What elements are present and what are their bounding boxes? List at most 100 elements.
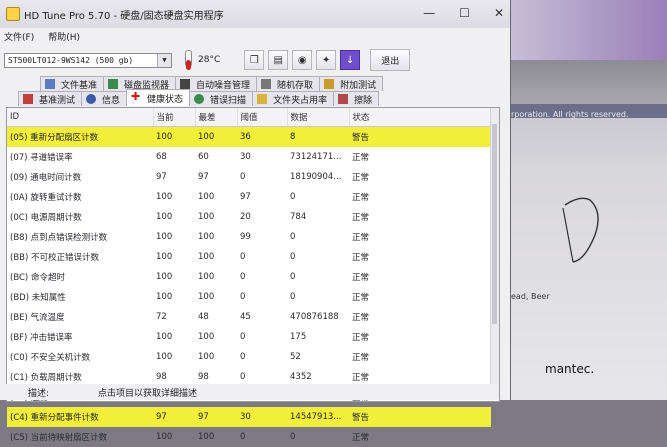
app-icon [6, 7, 20, 21]
tab-health[interactable]: ✚ 健康状态 [126, 89, 191, 106]
table-row[interactable]: (0A) 旋转重试计数 100 100 97 0 正常 [7, 187, 491, 207]
thermometer-icon [182, 48, 194, 72]
col-id[interactable]: ID [7, 108, 154, 127]
table-cell-data: 14547913... [287, 407, 349, 427]
col-current[interactable]: 当前 [153, 108, 196, 127]
maximize-icon[interactable]: ☐ [459, 6, 470, 20]
hdtune-window: HD Tune Pro 5.70 - 硬盘/固态硬盘实用程序 — ☐ ✕ 文件(… [0, 0, 511, 443]
menu-file[interactable]: 文件(F) [4, 30, 34, 43]
table-cell-cur: 72 [156, 312, 167, 322]
table-cell-data: 18190904... [290, 172, 342, 182]
table-row[interactable]: (0C) 电源周期计数 100 100 20 784 正常 [7, 207, 491, 227]
table-cell-cur: 97 [156, 172, 167, 182]
col-data[interactable]: 数据 [287, 108, 350, 127]
tab-random-access[interactable]: 随机存取 [256, 76, 321, 91]
tab-erase[interactable]: 擦除 [333, 91, 380, 106]
copy-icon[interactable]: ❐ [244, 50, 265, 70]
scrollbar-thumb[interactable] [492, 124, 497, 324]
table-cell-worst: 100 [198, 232, 215, 242]
drive-select-value: ST500LT012-9WS142 (500 gb) [8, 55, 134, 65]
col-worst[interactable]: 最差 [195, 108, 238, 127]
table-cell-status: 正常 [352, 213, 370, 223]
table-cell-worst: 100 [198, 252, 215, 262]
table-cell-worst: 97 [198, 172, 209, 182]
table-cell-thr: 45 [240, 312, 251, 322]
exit-button[interactable]: 退出 [370, 49, 411, 71]
table-cell-worst: 60 [198, 152, 209, 162]
table-row[interactable]: (BB) 不可校正错误计数 100 100 0 0 正常 [7, 247, 491, 267]
table-cell-data: 73124171... [290, 152, 342, 162]
tab-error-scan[interactable]: 错误扫描 [189, 91, 254, 106]
status-bar: 描述: 点击项目以获取详细描述 [6, 384, 498, 400]
extra-icon [324, 79, 335, 89]
table-row[interactable]: (09) 通电时间计数 97 97 0 18190904... 正常 [7, 167, 491, 187]
table-cell-data: 52 [290, 352, 301, 362]
chevron-down-icon[interactable]: ▼ [157, 53, 171, 67]
random-icon [261, 79, 272, 89]
minimize-icon[interactable]: — [423, 6, 435, 20]
table-cell-cur: 100 [156, 212, 173, 222]
tabs-row-2: 基准测试 信息 ✚ 健康状态 错误扫描 文件夹占用率 擦除 [0, 89, 510, 106]
table-cell-thr: 30 [240, 152, 251, 162]
table-row[interactable]: (BC) 命令超时 100 100 0 0 正常 [7, 267, 491, 287]
table-cell-data: 0 [290, 252, 296, 262]
menu-bar: 文件(F) 帮助(H) [0, 28, 510, 44]
table-cell-data: 0 [290, 292, 296, 302]
close-icon[interactable]: ✕ [494, 6, 504, 20]
tab-benchmark[interactable]: 基准测试 [18, 91, 83, 106]
table-cell-id: (07) 寻道错误率 [10, 153, 73, 163]
title-bar: HD Tune Pro 5.70 - 硬盘/固态硬盘实用程序 — ☐ ✕ [0, 0, 510, 28]
table-cell-worst: 100 [198, 212, 215, 222]
table-row[interactable]: (BD) 未知属性 100 100 0 0 正常 [7, 287, 491, 307]
table-cell-cur: 100 [156, 432, 173, 442]
table-cell-status: 正常 [352, 153, 370, 163]
table-row[interactable]: (B8) 点到点错误检测计数 100 100 99 0 正常 [7, 227, 491, 247]
table-cell-id: (B8) 点到点错误检测计数 [10, 233, 108, 243]
table-cell-worst: 48 [198, 312, 209, 322]
table-cell-thr: 0 [240, 292, 246, 302]
tab-extra-tests[interactable]: 附加测试 [319, 76, 384, 91]
col-threshold[interactable]: 阈值 [237, 108, 288, 127]
benchmark-icon [23, 94, 33, 104]
table-cell-id: (0C) 电源周期计数 [10, 213, 82, 223]
table-cell-data: 0 [290, 192, 296, 202]
save-icon[interactable]: ↓ [340, 50, 361, 70]
file-icon [45, 79, 55, 89]
col-status[interactable]: 状态 [349, 108, 491, 127]
copy-all-icon[interactable]: ▤ [268, 50, 289, 70]
table-cell-status: 警告 [349, 407, 491, 427]
drive-select[interactable]: ST500LT012-9WS142 (500 gb) ▼ [4, 52, 172, 68]
table-cell-status: 正常 [352, 313, 370, 323]
background-window: rporation. All rights reserved. ead, Bee… [505, 60, 667, 400]
table-cell-status: 正常 [352, 193, 370, 203]
table-cell-worst: 100 [195, 126, 237, 147]
table-cell-thr: 36 [237, 126, 287, 147]
background-small-text: ead, Beer [511, 292, 550, 301]
background-sketch [562, 197, 599, 263]
info-icon [86, 94, 97, 104]
table-cell-id: (0A) 旋转重试计数 [10, 193, 82, 203]
table-cell-cur: 100 [156, 252, 173, 262]
table-cell-id: (BD) 未知属性 [10, 293, 66, 303]
table-cell-thr: 0 [240, 332, 246, 342]
screenshot-icon[interactable]: ◉ [292, 50, 313, 70]
table-row[interactable]: (C4) 重新分配事件计数 97 97 30 14547913... 警告 [7, 407, 491, 427]
table-cell-data: 784 [290, 212, 307, 222]
tab-file-benchmark[interactable]: 文件基准 [40, 76, 105, 91]
table-row[interactable]: (C0) 不安全关机计数 100 100 0 52 正常 [7, 347, 491, 367]
table-row[interactable]: (05) 重新分配扇区计数 100 100 36 8 警告 [7, 126, 491, 147]
table-row[interactable]: (C5) 当前待映射扇区计数 100 100 0 0 正常 [7, 427, 491, 447]
table-cell-status: 正常 [352, 173, 370, 183]
table-cell-cur: 100 [156, 352, 173, 362]
vertical-scrollbar[interactable] [490, 108, 499, 399]
menu-help[interactable]: 帮助(H) [48, 30, 80, 43]
folder-icon [257, 94, 268, 104]
table-row[interactable]: (BE) 气流温度 72 48 45 470876188 正常 [7, 307, 491, 327]
table-row[interactable]: (07) 寻道错误率 68 60 30 73124171... 正常 [7, 147, 491, 167]
options-icon[interactable]: ✦ [316, 50, 337, 70]
tab-folder-usage[interactable]: 文件夹占用率 [252, 91, 335, 106]
table-cell-id: (BF) 冲击错误率 [10, 333, 73, 343]
table-row[interactable]: (BF) 冲击错误率 100 100 0 175 正常 [7, 327, 491, 347]
table-cell-id: (BC) 命令超时 [10, 273, 65, 283]
tab-info[interactable]: 信息 [81, 91, 128, 106]
